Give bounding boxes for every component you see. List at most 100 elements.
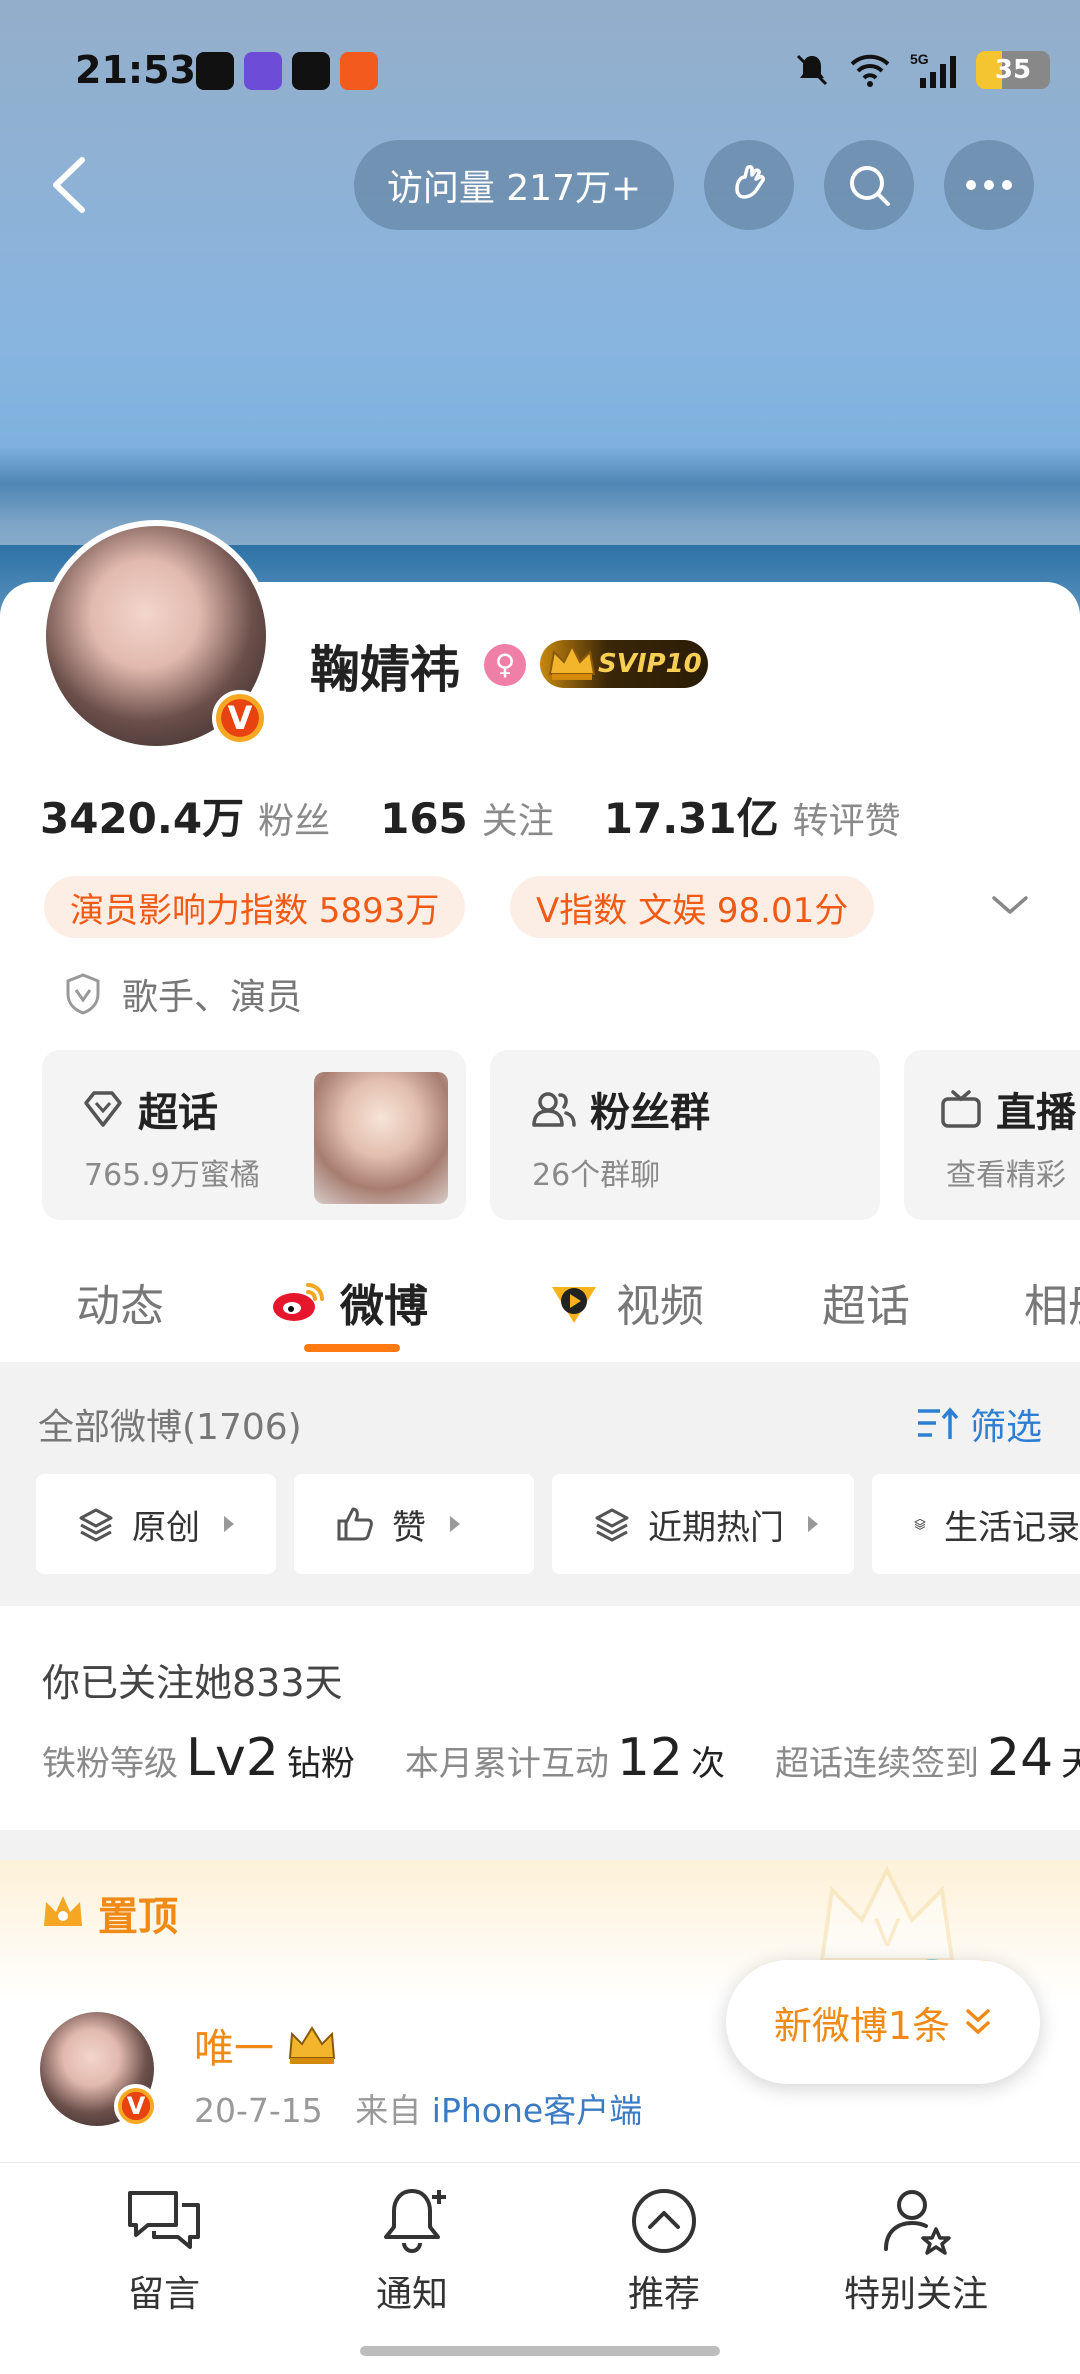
profile-tabs: 动态 微博 视频 超话 相册 (0, 1248, 1080, 1358)
super-topic-sub: 765.9万蜜橘 (84, 1158, 260, 1193)
followers-label[interactable]: 粉丝 (258, 792, 330, 844)
chip-life-record[interactable]: 生活记录 (872, 1474, 1080, 1574)
svg-text:5G: 5G (910, 51, 929, 67)
female-gender-icon: ♀ (484, 644, 526, 686)
crown-icon (44, 1896, 82, 1926)
follow-days-text: 你已关注她833天 (42, 1661, 343, 1705)
nav-message-label: 留言 (127, 2274, 200, 2315)
filter-button[interactable]: 筛选 (916, 1398, 1042, 1450)
fan-group-title: 粉丝群 (590, 1090, 710, 1136)
chat-bubbles-icon (128, 2191, 200, 2249)
circle-up-icon (632, 2189, 696, 2253)
visits-pill[interactable]: 访问量 217万+ (354, 140, 674, 230)
profile-stats: 3420.4万 粉丝 165 关注 17.31亿 转评赞 (40, 785, 951, 846)
super-topic-thumbnail (314, 1072, 448, 1204)
chat-app-icon (292, 52, 330, 90)
verified-v-badge: V (212, 690, 268, 746)
checkin-label: 超话连续签到 (775, 1744, 979, 1784)
verification-role: 歌手、演员 (64, 968, 302, 1020)
following-count[interactable]: 165 (380, 794, 468, 843)
tab-weibo[interactable]: 微博 (270, 1270, 428, 1334)
new-posts-label: 新微博1条 (773, 2003, 951, 2048)
post-source[interactable]: iPhone客户端 (432, 2091, 642, 2130)
tab-video[interactable]: 视频 (544, 1270, 704, 1334)
post-author-name[interactable]: 唯一 (194, 2016, 340, 2074)
all-weibo-count: 全部微博(1706) (38, 1407, 302, 1448)
tv-icon (941, 1090, 981, 1128)
chip-recent-hot[interactable]: 近期热门 (552, 1474, 854, 1574)
new-posts-button[interactable]: 新微博1条 (726, 1960, 1040, 2084)
svip-label: SVIP10 (598, 649, 702, 679)
fan-group-card[interactable]: 粉丝群 26个群聊 (490, 1050, 880, 1220)
influence-index-tag[interactable]: 演员影响力指数 5893万 (44, 876, 466, 938)
svip-crown-icon (288, 2026, 336, 2064)
layers-icon (79, 1508, 113, 1542)
likes-label: 转评赞 (792, 801, 901, 842)
nav-notify[interactable]: 通知 (322, 2185, 502, 2317)
shield-v-icon (66, 973, 100, 1015)
user-star-icon (884, 2190, 951, 2255)
wifi-icon (850, 54, 890, 87)
live-title: 直播 (996, 1090, 1076, 1136)
fan-level-type: 钻粉 (286, 1744, 355, 1784)
more-dots-icon (966, 180, 1012, 190)
live-card[interactable]: 直播 查看精彩 (904, 1050, 1080, 1220)
orange-app-icon (340, 52, 378, 90)
tiktok-icon (196, 52, 234, 90)
tab-activity[interactable]: 动态 (76, 1270, 164, 1334)
double-chevron-down-icon (966, 2009, 990, 2035)
fan-level-value: Lv2 (186, 1728, 279, 1788)
post-source-prefix: 来自 (355, 2091, 422, 2130)
fan-stats-row[interactable]: 铁粉等级 Lv2 钻粉 本月累计互动 12 次 超话连续签到 24 天 (42, 1728, 1080, 1788)
layers-icon (595, 1508, 629, 1542)
followers-count[interactable]: 3420.4万 (40, 785, 244, 846)
nav-message[interactable]: 留言 (74, 2185, 254, 2317)
back-arrow-icon[interactable] (40, 150, 100, 220)
interact-label: 本月累计互动 (404, 1744, 609, 1784)
nav-special-follow[interactable]: 特别关注 (826, 2185, 1006, 2317)
group-icon (532, 1092, 576, 1127)
layers-icon (914, 1518, 926, 1530)
more-button[interactable] (944, 140, 1034, 230)
tab-super-topic[interactable]: 超话 (822, 1270, 910, 1334)
chip-original[interactable]: 原创 (36, 1474, 276, 1574)
post-meta: 20-7-15 来自 iPhone客户端 (194, 2084, 642, 2132)
battery-icon: 35 (976, 51, 1050, 89)
post-date: 20-7-15 (194, 2091, 323, 2130)
filter-sort-icon (917, 1407, 959, 1439)
filter-label: 筛选 (969, 1407, 1042, 1448)
interact-value: 12 (616, 1728, 683, 1788)
role-text: 歌手、演员 (122, 977, 303, 1018)
profile-name: 鞠婧祎 (310, 641, 460, 699)
home-indicator (360, 2346, 720, 2356)
fan-group-sub: 26个群聊 (532, 1158, 661, 1193)
video-play-icon (552, 1287, 596, 1323)
nav-special-follow-label: 特别关注 (843, 2274, 988, 2315)
mute-bell-icon (796, 54, 828, 86)
chip-liked[interactable]: 赞 (294, 1474, 534, 1574)
svip-badge[interactable]: SVIP10 (540, 640, 708, 688)
interact-unit: 次 (691, 1744, 725, 1784)
fan-gift-button[interactable] (704, 140, 794, 230)
likes-count: 17.31亿 (603, 794, 779, 843)
nav-notify-label: 通知 (375, 2274, 448, 2315)
search-icon (850, 166, 890, 206)
v-index-tag[interactable]: V指数 文娱 98.01分 (510, 876, 875, 938)
checkin-value: 24 (987, 1728, 1054, 1788)
status-time: 21:53 (75, 48, 196, 92)
live-sub: 查看精彩 (946, 1158, 1066, 1193)
super-topic-title: 超话 (138, 1090, 218, 1136)
thumbs-up-icon (337, 1507, 373, 1541)
active-tab-indicator (304, 1344, 400, 1352)
nav-recommend-label: 推荐 (627, 2274, 700, 2315)
super-topic-card[interactable]: 超话 765.9万蜜橘 (42, 1050, 466, 1220)
notification-app-icon (244, 52, 282, 90)
bottom-nav: 留言 通知 推荐 特别关注 (0, 2162, 1080, 2374)
nav-recommend[interactable]: 推荐 (574, 2185, 754, 2317)
chevron-down-icon[interactable] (990, 890, 1030, 920)
crown-icon (548, 643, 596, 680)
pinned-label: 置顶 (40, 1884, 178, 1942)
tab-album[interactable]: 相册 (1024, 1270, 1080, 1334)
search-button[interactable] (824, 140, 914, 230)
following-label[interactable]: 关注 (482, 792, 554, 844)
